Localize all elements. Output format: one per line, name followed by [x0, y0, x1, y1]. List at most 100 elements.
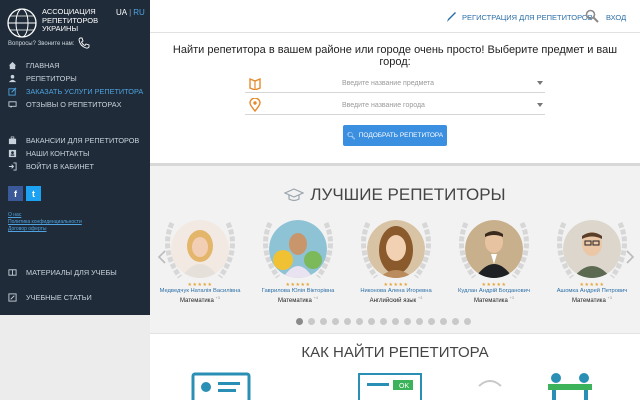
- subject-label: Математика: [571, 298, 606, 304]
- carousel-dot[interactable]: [464, 318, 471, 325]
- best-tutors-title: ЛУЧШИЕ РЕПЕТИТОРЫ: [310, 185, 506, 204]
- tutor-card[interactable]: ★★★★★ Кудлан Андрій Богданович Математик…: [446, 215, 542, 310]
- search-title: Найти репетитора в вашем районе или горо…: [172, 44, 618, 68]
- about-link[interactable]: О нас: [8, 212, 82, 219]
- nav-item-label: ВАКАНСИИ ДЛЯ РЕПЕТИТОРОВ: [26, 136, 140, 145]
- privacy-link[interactable]: Политика конфиденциальности: [8, 219, 82, 226]
- city-select[interactable]: Введите название города: [245, 96, 545, 115]
- tutor-name[interactable]: Медведчук Наталія Василівна: [152, 288, 248, 294]
- logo-globe-icon[interactable]: [6, 7, 38, 39]
- tutor-photo[interactable]: [563, 220, 621, 278]
- tutor-photo[interactable]: [367, 220, 425, 278]
- sidebar-footer-bg: [0, 315, 150, 400]
- best-tutors-heading: ЛУЧШИЕ РЕПЕТИТОРЫ: [150, 185, 640, 205]
- tutor-photo[interactable]: [465, 220, 523, 278]
- register-tutor-link[interactable]: РЕГИСТРАЦИЯ ДЛЯ РЕПЕТИТОРОВ: [445, 11, 593, 23]
- carousel-dot[interactable]: [428, 318, 435, 325]
- how-to-find-section: КАК НАЙТИ РЕПЕТИТОРА OK: [150, 334, 640, 400]
- tutor-subject: Математика +4: [250, 295, 346, 304]
- register-label: РЕГИСТРАЦИЯ ДЛЯ РЕПЕТИТОРОВ: [462, 12, 593, 22]
- nav-item-label: ОТЗЫВЫ О РЕПЕТИТОРАХ: [26, 100, 122, 109]
- arrow-curve-icon: [478, 380, 502, 387]
- find-tutor-button[interactable]: 🔍︎ ПОДОБРАТЬ РЕПЕТИТОРА: [343, 125, 447, 146]
- briefcase-icon: [8, 136, 17, 145]
- secondary-nav: ВАКАНСИИ ДЛЯ РЕПЕТИТОРОВ НАШИ КОНТАКТЫ В…: [0, 134, 150, 173]
- tutor-photo[interactable]: [171, 220, 229, 278]
- carousel-dot[interactable]: [380, 318, 387, 325]
- tutor-photo[interactable]: [269, 220, 327, 278]
- nav-item-login[interactable]: ВОЙТИ В КАБИНЕТ: [0, 160, 150, 173]
- nav-item-label: ГЛАВНАЯ: [26, 61, 60, 70]
- login-link[interactable]: ВХОД: [606, 13, 626, 22]
- nav-item-contacts[interactable]: НАШИ КОНТАКТЫ: [0, 147, 150, 160]
- footer-links: О нас Политика конфиденциальности Догово…: [8, 212, 82, 233]
- nav-item-tutors[interactable]: РЕПЕТИТОРЫ: [0, 72, 150, 85]
- dropdown-arrow-icon: [537, 103, 543, 107]
- tutor-name[interactable]: Гаврилова Юлія Вікторівна: [250, 288, 346, 294]
- brand-line: УКРАИНЫ: [42, 24, 79, 33]
- offer-link[interactable]: Договор оферты: [8, 226, 82, 233]
- nav-item-label: УЧЕБНЫЕ СТАТЬИ: [26, 293, 92, 302]
- brand-name[interactable]: АССОЦИАЦИЯ РЕПЕТИТОРОВ УКРАИНЫ: [42, 7, 98, 34]
- facebook-icon[interactable]: f: [8, 186, 23, 201]
- top-header: РЕГИСТРАЦИЯ ДЛЯ РЕПЕТИТОРОВ ВХОД: [150, 0, 640, 33]
- nav-item-materials[interactable]: МАТЕРИАЛЫ ДЛЯ УЧЕБЫ: [0, 260, 150, 285]
- carousel-dot[interactable]: [344, 318, 351, 325]
- carousel-dot[interactable]: [404, 318, 411, 325]
- edit-icon: [8, 87, 17, 96]
- carousel-dot[interactable]: [308, 318, 315, 325]
- how-to-find-title: КАК НАЙТИ РЕПЕТИТОРА: [301, 344, 489, 361]
- tutor-subject: Математика +3: [544, 295, 640, 304]
- carousel-dots: [296, 318, 471, 325]
- lang-ru[interactable]: RU: [133, 8, 145, 17]
- home-icon: [8, 61, 17, 70]
- profile-card-icon: [191, 372, 251, 400]
- carousel-dot[interactable]: [356, 318, 363, 325]
- nav-item-vacancies[interactable]: ВАКАНСИИ ДЛЯ РЕПЕТИТОРОВ: [0, 134, 150, 147]
- tutor-card[interactable]: ★★★★★ Медведчук Наталія Василівна Матема…: [152, 215, 248, 310]
- carousel-dot[interactable]: [440, 318, 447, 325]
- carousel-dot[interactable]: [452, 318, 459, 325]
- subject-more: +3: [215, 295, 221, 300]
- tutor-name[interactable]: Ашомка Андрей Петрович: [544, 288, 640, 294]
- search-panel: Найти репетитора в вашем районе или горо…: [150, 33, 640, 163]
- tutor-card[interactable]: ★★★★★ Никонова Алена Игоревна Английский…: [348, 215, 444, 310]
- meeting-table-icon: [548, 373, 592, 400]
- subject-more: +3: [417, 295, 423, 300]
- tutor-card[interactable]: ★★★★★ Ашомка Андрей Петрович Математика …: [544, 215, 640, 310]
- pencil-icon: [8, 293, 17, 302]
- phone-icon[interactable]: [78, 37, 90, 49]
- nav-item-order[interactable]: ЗАКАЗАТЬ УСЛУГИ РЕПЕТИТОРА: [0, 85, 150, 98]
- subject-select[interactable]: Введите название предмета: [245, 74, 545, 93]
- subject-label: Математика: [277, 298, 312, 304]
- login-icon: [8, 162, 17, 171]
- search-icon: 🔍︎: [346, 132, 356, 140]
- pen-icon: [447, 12, 456, 22]
- nav-item-label: МАТЕРИАЛЫ ДЛЯ УЧЕБЫ: [26, 268, 117, 277]
- tutor-subject: Математика +3: [446, 295, 542, 304]
- nav-item-home[interactable]: ГЛАВНАЯ: [0, 59, 150, 72]
- nav-item-label: ВОЙТИ В КАБИНЕТ: [26, 162, 94, 171]
- tutor-name[interactable]: Кудлан Андрій Богданович: [446, 288, 542, 294]
- carousel-dot[interactable]: [392, 318, 399, 325]
- call-us-text: Вопросы? Звоните нам:: [8, 41, 75, 47]
- nav-item-reviews[interactable]: ОТЗЫВЫ О РЕПЕТИТОРАХ: [0, 98, 150, 111]
- subject-label: Математика: [473, 298, 508, 304]
- twitter-icon[interactable]: t: [26, 186, 41, 201]
- book-icon: [8, 269, 17, 276]
- tutor-card[interactable]: ★★★★★ Гаврилова Юлія Вікторівна Математи…: [250, 215, 346, 310]
- language-switcher: UA | RU: [116, 8, 145, 17]
- nav-item-articles[interactable]: УЧЕБНЫЕ СТАТЬИ: [0, 285, 150, 310]
- tutor-name[interactable]: Никонова Алена Игоревна: [348, 288, 444, 294]
- carousel-dot[interactable]: [332, 318, 339, 325]
- bottom-nav: МАТЕРИАЛЫ ДЛЯ УЧЕБЫ УЧЕБНЫЕ СТАТЬИ: [0, 260, 150, 310]
- dropdown-arrow-icon: [537, 81, 543, 85]
- carousel-dot[interactable]: [296, 318, 303, 325]
- lang-ua[interactable]: UA: [116, 8, 127, 17]
- carousel-dot[interactable]: [416, 318, 423, 325]
- search-icon[interactable]: [585, 9, 599, 23]
- carousel-dot[interactable]: [368, 318, 375, 325]
- city-placeholder: Введите название города: [342, 102, 425, 109]
- carousel-dot[interactable]: [320, 318, 327, 325]
- subject-label: Английский язык: [369, 298, 417, 304]
